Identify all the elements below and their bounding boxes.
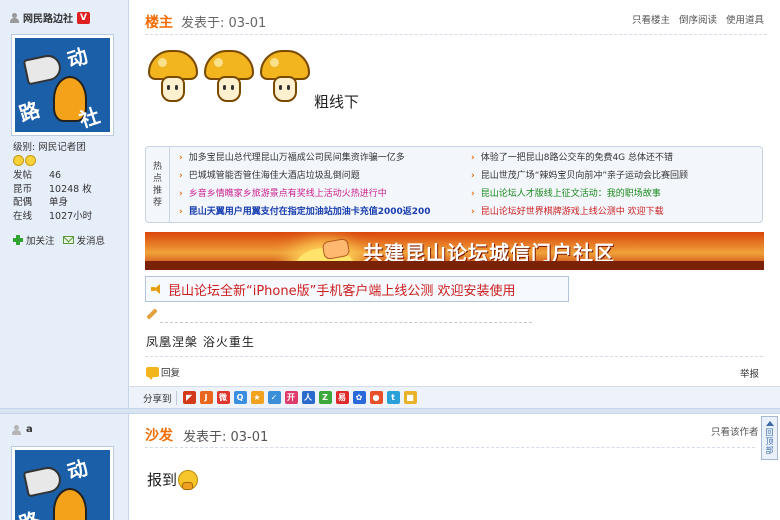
share-icon-5[interactable]: ★ [250, 391, 264, 404]
hot-link[interactable]: 体验了一把昆山8路公交车的免费4G 总体还不错 [471, 152, 673, 164]
hot-recommend-box: 热点推荐 加多宝昆山总代理昆山万福成公司民间集资诈骗一亿多 巴城城管能否管住海佳… [145, 146, 763, 223]
stat-online: 在线 1027小时 [13, 210, 93, 222]
share-icon-11[interactable]: ✿ [352, 391, 366, 404]
pencil-icon [146, 308, 158, 320]
arrow-up-icon [765, 421, 774, 426]
back-to-top-label: 回顶部 [765, 428, 774, 455]
post-time: 发表于: 03-01 [183, 430, 269, 445]
stat-spouse: 配偶 单身 [13, 197, 69, 208]
megaphone-icon [22, 464, 64, 498]
only-author-link[interactable]: 只看该作者 [711, 424, 759, 438]
divider [145, 447, 755, 448]
share-icon-1[interactable]: ◤ [182, 391, 196, 404]
share-icon-14[interactable]: ■ [403, 391, 417, 404]
app-notice-link[interactable]: 昆山论坛全新“iPhone版”手机客户端上线公测 欢迎安装使用 [145, 276, 569, 302]
post-separator [0, 408, 780, 414]
signature: 凤凰涅槃 浴火重生 [146, 335, 255, 349]
stat-posts: 发帖 46 [13, 170, 62, 181]
post-body-text: 粗线下 [314, 93, 360, 111]
plus-icon [13, 235, 23, 245]
use-item-link[interactable]: 使用道具 [726, 12, 764, 26]
user-actions: 加关注 发消息 [13, 233, 105, 247]
mushroom-icon [260, 50, 310, 104]
hot-link[interactable]: 昆山论坛人才版线上征文活动：我的职场故事 [471, 188, 661, 200]
reply-icon [146, 367, 159, 380]
smiley-icon [13, 155, 24, 166]
follow-button[interactable]: 加关注 [13, 233, 55, 247]
verified-badge: V [77, 11, 90, 24]
user-name[interactable]: a [26, 424, 33, 435]
hot-link[interactable]: 加多宝昆山总代理昆山万福成公司民间集资诈骗一亿多 [179, 152, 405, 164]
share-icon-9[interactable]: Z [318, 391, 332, 404]
post-body: 报到 [147, 469, 199, 490]
level-smileys [13, 155, 125, 166]
hot-link[interactable]: 昆山世茂广场“辣妈宝贝向前冲”亲子运动会比赛回顾 [471, 170, 688, 182]
divider [145, 34, 767, 35]
stat-coins: 昆币 10248 枚 [13, 183, 92, 195]
post-body-text: 报到 [147, 471, 178, 489]
user-name-row: 网民路边社 V [10, 10, 90, 25]
post-header: 楼主 发表于: 03-01 [145, 12, 266, 32]
only-op-link[interactable]: 只看楼主 [632, 12, 670, 26]
user-name-row: a [12, 424, 33, 435]
share-icon-10[interactable]: 易 [335, 391, 349, 404]
post-time: 发表于: 03-01 [181, 16, 267, 31]
share-icon-4[interactable]: Q [233, 391, 247, 404]
post-tools: 只看楼主 倒序阅读 使用道具 [632, 12, 764, 26]
floor-label: 沙发 [145, 428, 173, 444]
person-icon [10, 12, 19, 23]
share-icons: ◤ J 微 Q ★ ✓ 开人 Z 易 ✿ ● t ■ [182, 391, 421, 404]
share-icon-3[interactable]: 微 [216, 391, 230, 404]
mail-icon [62, 236, 74, 244]
back-to-top-button[interactable]: 回顶部 [761, 416, 778, 460]
share-icon-7[interactable]: 开 [284, 391, 298, 404]
runner-figure [53, 488, 87, 520]
speaker-icon [151, 284, 163, 294]
user-level: 级别: 网民记者团 [13, 142, 86, 153]
megaphone-icon [22, 52, 64, 86]
message-button[interactable]: 发消息 [62, 233, 105, 247]
share-icon-13[interactable]: t [386, 391, 400, 404]
emoticon-icon [178, 469, 199, 490]
share-label: 分享到 [143, 393, 172, 405]
hot-label: 热点推荐 [146, 147, 170, 222]
avatar[interactable]: 动 路 [11, 446, 114, 520]
mushroom-icon [204, 50, 254, 104]
floor-label: 楼主 [145, 15, 173, 31]
share-icon-12[interactable]: ● [369, 391, 383, 404]
report-link[interactable]: 举报 [740, 366, 759, 380]
share-bar: 分享到 ◤ J 微 Q ★ ✓ 开人 Z 易 ✿ ● t ■ [129, 386, 780, 408]
signature-divider [160, 322, 532, 323]
hot-link[interactable]: 昆山天翼用户用翼支付在指定加油站加油卡充值2000返200 [179, 206, 431, 218]
forum-banner[interactable]: 共建昆山论坛城信门户社区 [145, 232, 764, 270]
person-icon [12, 424, 21, 435]
user-name[interactable]: 网民路边社 [23, 10, 73, 25]
hot-link[interactable]: 乡音乡情瞧家乡旅游景点有奖线上活动火热进行中 [179, 188, 387, 200]
user-info: 级别: 网民记者团 发帖 46 昆币 10248 枚 配偶 单身 在线 1027… [13, 142, 125, 223]
reverse-order-link[interactable]: 倒序阅读 [679, 12, 717, 26]
share-icon-8[interactable]: 人 [301, 391, 315, 404]
reply-button[interactable]: 回复 [146, 365, 180, 380]
hot-link[interactable]: 昆山论坛好世界棋牌游戏上线公测中 欢迎下载 [471, 206, 664, 218]
divider [145, 356, 763, 357]
mushroom-icon [148, 50, 198, 104]
share-icon-6[interactable]: ✓ [267, 391, 281, 404]
avatar[interactable]: 动 路 社 [11, 34, 114, 136]
hot-link[interactable]: 巴城城管能否管住海佳大酒店垃圾乱倒问题 [179, 170, 360, 182]
mushroom-emoticons [148, 50, 310, 104]
share-icon-2[interactable]: J [199, 391, 213, 404]
smiley-icon [25, 155, 36, 166]
